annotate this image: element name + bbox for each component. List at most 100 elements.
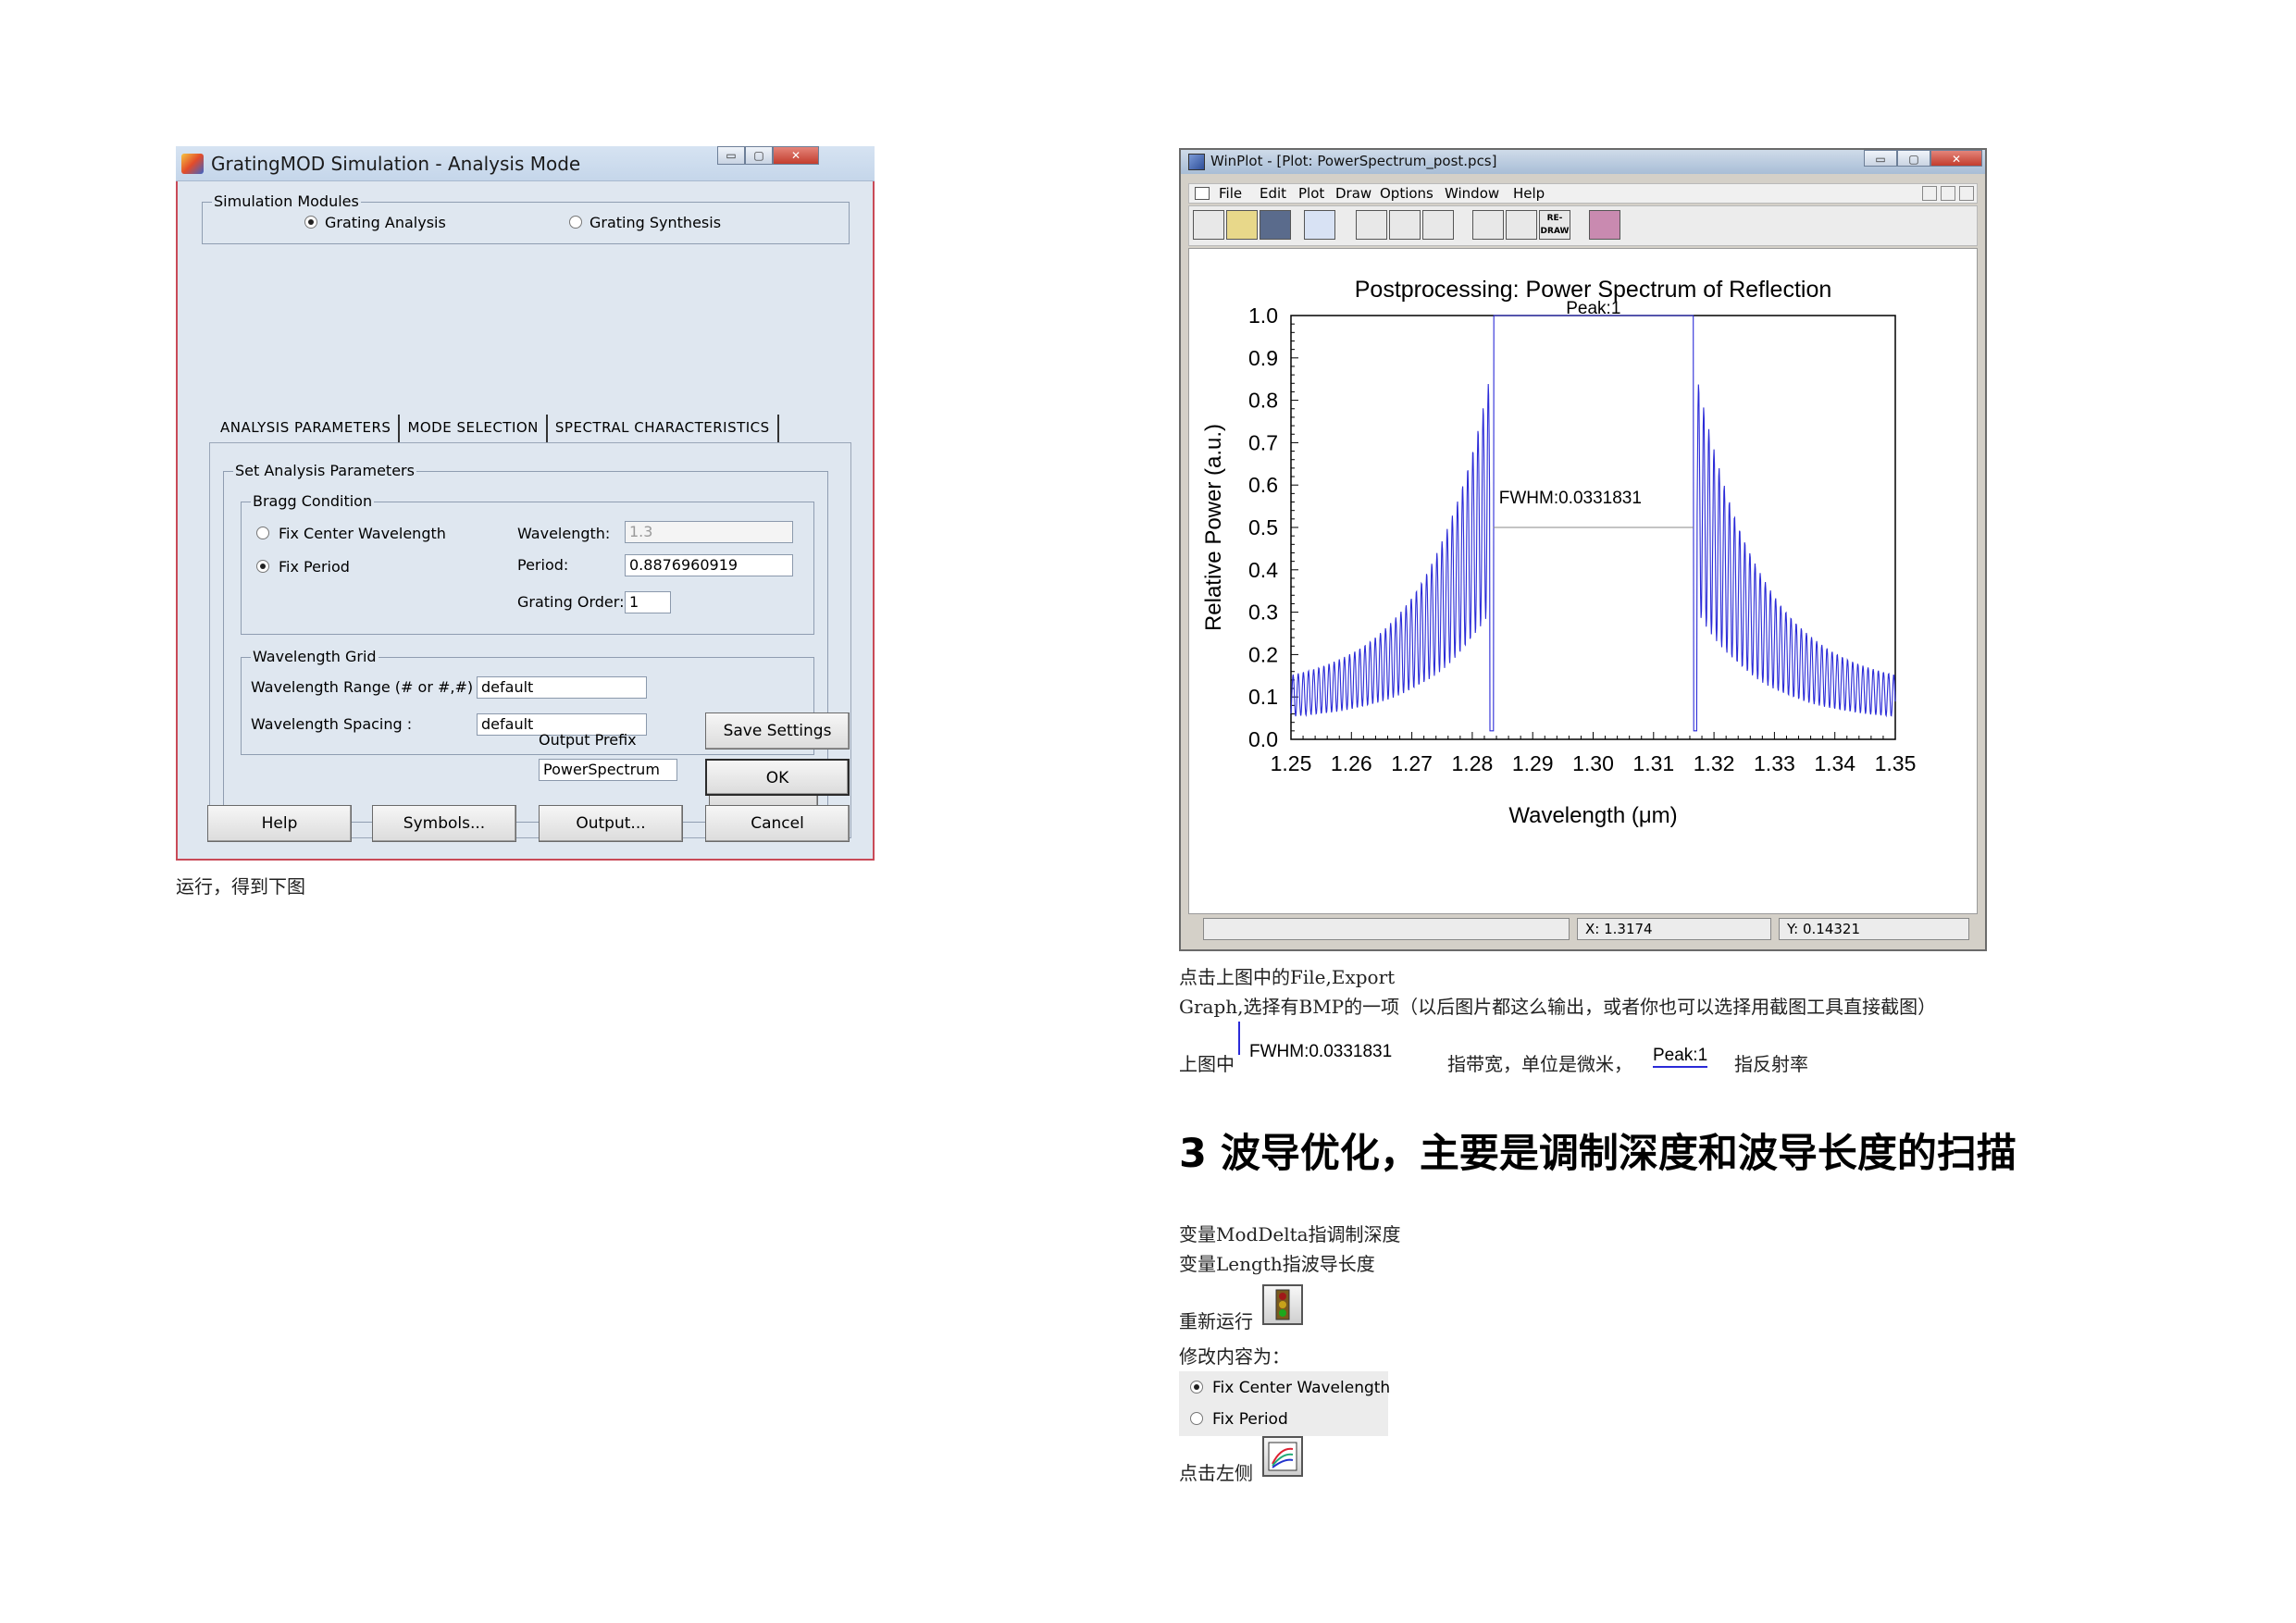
x-tick-label: 1.25 (1271, 751, 1312, 775)
maximize-icon[interactable]: ▢ (745, 146, 773, 165)
y-tick-label: 0.6 (1248, 473, 1278, 497)
bragg-condition-group: Bragg Condition Fix Center Wavelength Fi… (241, 492, 814, 635)
status-message (1203, 918, 1570, 940)
grating-synthesis-radio[interactable] (569, 216, 582, 229)
frame-icon[interactable] (1472, 210, 1504, 240)
winplot-title: WinPlot - [Plot: PowerSpectrum_post.pcs] (1210, 153, 1497, 169)
y-tick-label: 0.0 (1248, 727, 1278, 751)
caption-run-result: 运行，得到下图 (176, 875, 305, 898)
wavelength-spacing-label: Wavelength Spacing : (251, 715, 413, 733)
snippet-fix-period-label: Fix Period (1212, 1410, 1288, 1429)
tab-analysis-parameters[interactable]: ANALYSIS PARAMETERS (213, 415, 401, 442)
child-restore-icon[interactable] (1941, 186, 1955, 201)
plot-graph-icon (1268, 1442, 1297, 1471)
undo-icon[interactable] (1304, 210, 1335, 240)
dialog-title: GratingMOD Simulation - Analysis Mode (211, 153, 581, 175)
run-traffic-light-button[interactable] (1262, 1284, 1303, 1325)
x-tick-label: 1.32 (1694, 751, 1735, 775)
menu-window[interactable]: Window (1445, 185, 1499, 202)
grating-order-label: Grating Order: (517, 593, 625, 611)
y-axis-label: Relative Power (a.u.) (1201, 424, 1226, 631)
menu-edit[interactable]: Edit (1260, 185, 1286, 202)
winplot-statusbar: X: 1.3174 Y: 0.14321 (1188, 914, 1978, 944)
plot-area: Postprocessing: Power Spectrum of Reflec… (1188, 248, 1978, 914)
tab-spectral-characteristics[interactable]: SPECTRAL CHARACTERISTICS (548, 415, 779, 442)
output-prefix-input[interactable]: PowerSpectrum (539, 759, 677, 781)
y-tick-label: 0.3 (1248, 601, 1278, 625)
child-close-icon[interactable] (1959, 186, 1974, 201)
y-tick-label: 0.5 (1248, 515, 1278, 539)
fix-period-radio[interactable] (256, 560, 269, 573)
peak-annotation: Peak:1 (1566, 299, 1620, 318)
x-tick-label: 1.28 (1452, 751, 1494, 775)
winplot-window-buttons: ▭ ▢ ✕ (1864, 150, 1982, 167)
minimize-icon[interactable]: ▭ (717, 146, 745, 165)
maximize-icon[interactable]: ▢ (1897, 150, 1930, 167)
dialog-window-buttons: ▭ ▢ ✕ (717, 146, 819, 165)
x-tick-label: 1.30 (1572, 751, 1614, 775)
y-tick-label: 0.4 (1248, 558, 1278, 582)
dialog-titlebar[interactable]: GratingMOD Simulation - Analysis Mode ▭ … (176, 146, 875, 181)
close-icon[interactable]: ✕ (773, 146, 819, 165)
fix-center-wavelength-label: Fix Center Wavelength (279, 525, 446, 542)
minimize-icon[interactable]: ▭ (1864, 150, 1897, 167)
redraw-icon[interactable]: RE-DRAW (1539, 210, 1570, 240)
grating-analysis-label: Grating Analysis (325, 214, 446, 231)
bragg-option-snippet: Fix Center Wavelength Fix Period (1179, 1371, 1390, 1436)
save-settings-button[interactable]: Save Settings (705, 712, 850, 750)
output-prefix-label: Output Prefix (539, 731, 637, 749)
help-button[interactable]: Help (207, 805, 352, 842)
ok-button[interactable]: OK (705, 759, 850, 796)
x-tick-label: 1.26 (1331, 751, 1372, 775)
graph-icon[interactable] (1506, 210, 1537, 240)
symbols-button[interactable]: Symbols... (372, 805, 516, 842)
peak-snippet: Peak:1 (1653, 1046, 1708, 1068)
x-tick-label: 1.31 (1632, 751, 1674, 775)
bragg-condition-label: Bragg Condition (251, 492, 375, 510)
wavelength-input[interactable]: 1.3 (625, 521, 793, 543)
output-button[interactable]: Output... (539, 805, 683, 842)
paragraph-modify: 修改内容为： (1179, 1345, 1290, 1368)
paragraph-length: 变量Length指波导长度 (1179, 1253, 1375, 1275)
menu-options[interactable]: Options (1380, 185, 1433, 202)
plot-results-button[interactable] (1262, 1436, 1303, 1477)
menu-help[interactable]: Help (1513, 185, 1545, 202)
cancel-button[interactable]: Cancel (705, 805, 850, 842)
wavelength-range-input[interactable]: default (477, 676, 647, 699)
paragraph-moddelta: 变量ModDelta指调制深度 (1179, 1223, 1401, 1245)
book-icon[interactable] (1589, 210, 1620, 240)
child-minimize-icon[interactable] (1922, 186, 1937, 201)
snippet-fix-center-radio[interactable] (1190, 1381, 1203, 1394)
close-icon[interactable]: ✕ (1930, 150, 1982, 167)
new-file-icon[interactable] (1193, 210, 1224, 240)
x-tick-label: 1.29 (1512, 751, 1554, 775)
pointer-icon[interactable] (1422, 210, 1454, 240)
spectrum-series (1290, 315, 1896, 732)
document-icon (1195, 187, 1210, 200)
fix-center-wavelength-radio[interactable] (256, 527, 269, 539)
menu-plot[interactable]: Plot (1298, 185, 1324, 202)
tab-mode-selection[interactable]: MODE SELECTION (400, 415, 548, 442)
menu-draw[interactable]: Draw (1335, 185, 1371, 202)
grating-synthesis-label: Grating Synthesis (590, 214, 722, 231)
traffic-light-icon (1275, 1289, 1290, 1320)
open-folder-icon[interactable] (1226, 210, 1258, 240)
cut-icon[interactable] (1356, 210, 1387, 240)
grating-order-input[interactable]: 1 (625, 591, 671, 613)
winplot-window: WinPlot - [Plot: PowerSpectrum_post.pcs]… (1179, 148, 1987, 951)
paragraph-peak-meaning: 指反射率 (1734, 1053, 1808, 1075)
fwhm-annotation: FWHM:0.0331831 (1499, 489, 1642, 508)
menu-file[interactable]: File (1219, 185, 1242, 202)
wavelength-label: Wavelength: (517, 525, 611, 542)
fwhm-snippet-marker (1238, 1022, 1240, 1055)
winplot-titlebar[interactable]: WinPlot - [Plot: PowerSpectrum_post.pcs]… (1181, 150, 1985, 174)
snippet-fix-period-radio[interactable] (1190, 1412, 1203, 1425)
period-input[interactable]: 0.8876960919 (625, 554, 793, 576)
y-tick-label: 0.1 (1248, 685, 1278, 709)
grating-analysis-radio[interactable] (304, 216, 317, 229)
paste-icon[interactable] (1389, 210, 1421, 240)
paragraph-export-2: Graph,选择有BMP的一项（以后图片都这么输出，或者你也可以选择用截图工具直… (1179, 996, 1937, 1018)
paragraph-legend-intro: 上图中 (1179, 1053, 1235, 1075)
paragraph-click-left: 点击左侧 (1179, 1462, 1253, 1484)
save-disk-icon[interactable] (1260, 210, 1291, 240)
